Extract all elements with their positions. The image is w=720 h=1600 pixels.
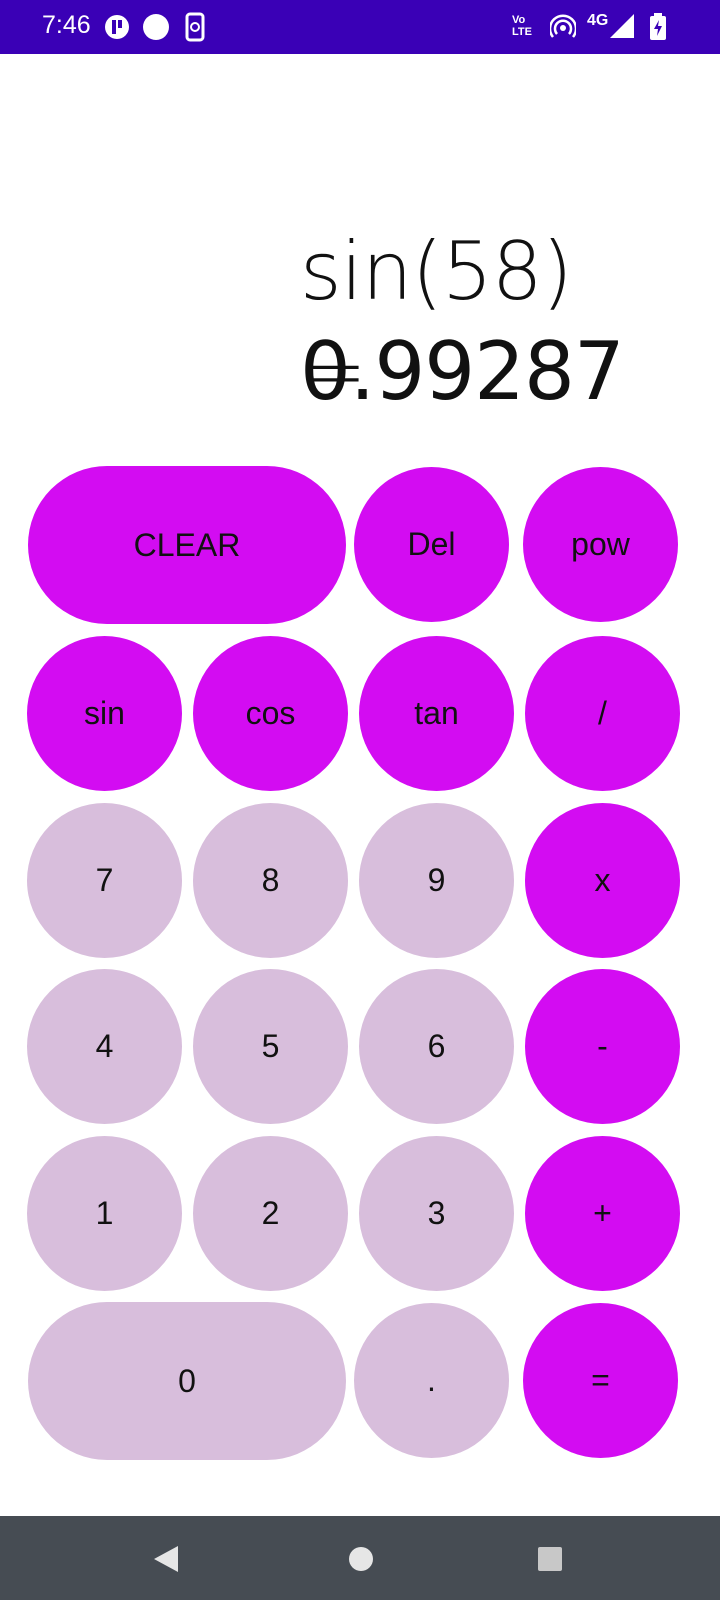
battery-charging-icon [650, 13, 666, 40]
network-type-label: 4G [587, 12, 609, 29]
result-display: 0.99287 [300, 325, 625, 418]
status-bar: 7:46 Vo LTE 4G [0, 0, 720, 54]
multiply-button[interactable]: x [525, 803, 680, 958]
cos-button[interactable]: cos [193, 636, 348, 791]
digit-0-button[interactable]: 0 [28, 1302, 346, 1460]
hotspot-icon [550, 14, 576, 38]
add-button[interactable]: + [525, 1136, 680, 1291]
status-time: 7:46 [42, 11, 91, 39]
signal-icon [610, 14, 634, 38]
equals-button[interactable]: = [523, 1303, 678, 1458]
digit-4-button[interactable]: 4 [27, 969, 182, 1124]
digit-8-button[interactable]: 8 [193, 803, 348, 958]
digit-5-button[interactable]: 5 [193, 969, 348, 1124]
power-button[interactable]: pow [523, 467, 678, 622]
phone-sync-icon [185, 12, 205, 42]
digit-2-button[interactable]: 2 [193, 1136, 348, 1291]
digit-9-button[interactable]: 9 [359, 803, 514, 958]
divide-button[interactable]: / [525, 636, 680, 791]
clear-button[interactable]: CLEAR [28, 466, 346, 624]
navigation-bar [0, 1516, 720, 1600]
volte-label: Vo LTE [512, 14, 532, 38]
digit-3-button[interactable]: 3 [359, 1136, 514, 1291]
home-icon[interactable] [348, 1546, 374, 1572]
back-icon[interactable] [152, 1544, 180, 1574]
decimal-point-button[interactable]: . [354, 1303, 509, 1458]
recents-icon[interactable] [537, 1546, 563, 1572]
subtract-button[interactable]: - [525, 969, 680, 1124]
circle-notification-icon [143, 14, 169, 40]
delete-button[interactable]: Del [354, 467, 509, 622]
sin-button[interactable]: sin [27, 636, 182, 791]
app-notification-icon [105, 15, 129, 39]
digit-1-button[interactable]: 1 [27, 1136, 182, 1291]
digit-6-button[interactable]: 6 [359, 969, 514, 1124]
tan-button[interactable]: tan [359, 636, 514, 791]
digit-7-button[interactable]: 7 [27, 803, 182, 958]
